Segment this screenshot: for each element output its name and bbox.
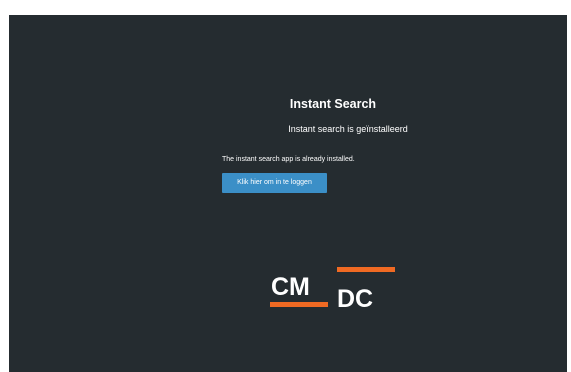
logo-text-dc: DC	[337, 285, 373, 312]
logo-bar-right	[337, 267, 395, 272]
info-message: The instant search app is already instal…	[222, 156, 355, 163]
logo-text-cm: CM	[271, 273, 310, 301]
page-title: Instant Search	[289, 97, 377, 111]
cmdc-logo: CM DC	[270, 267, 395, 312]
app-screen: Instant Search Instant search is geïnsta…	[9, 15, 567, 372]
page-subtitle: Instant search is geïnstalleerd	[288, 124, 408, 134]
login-button[interactable]: Klik hier om in te loggen	[222, 173, 327, 193]
logo-bar-left	[270, 302, 328, 307]
